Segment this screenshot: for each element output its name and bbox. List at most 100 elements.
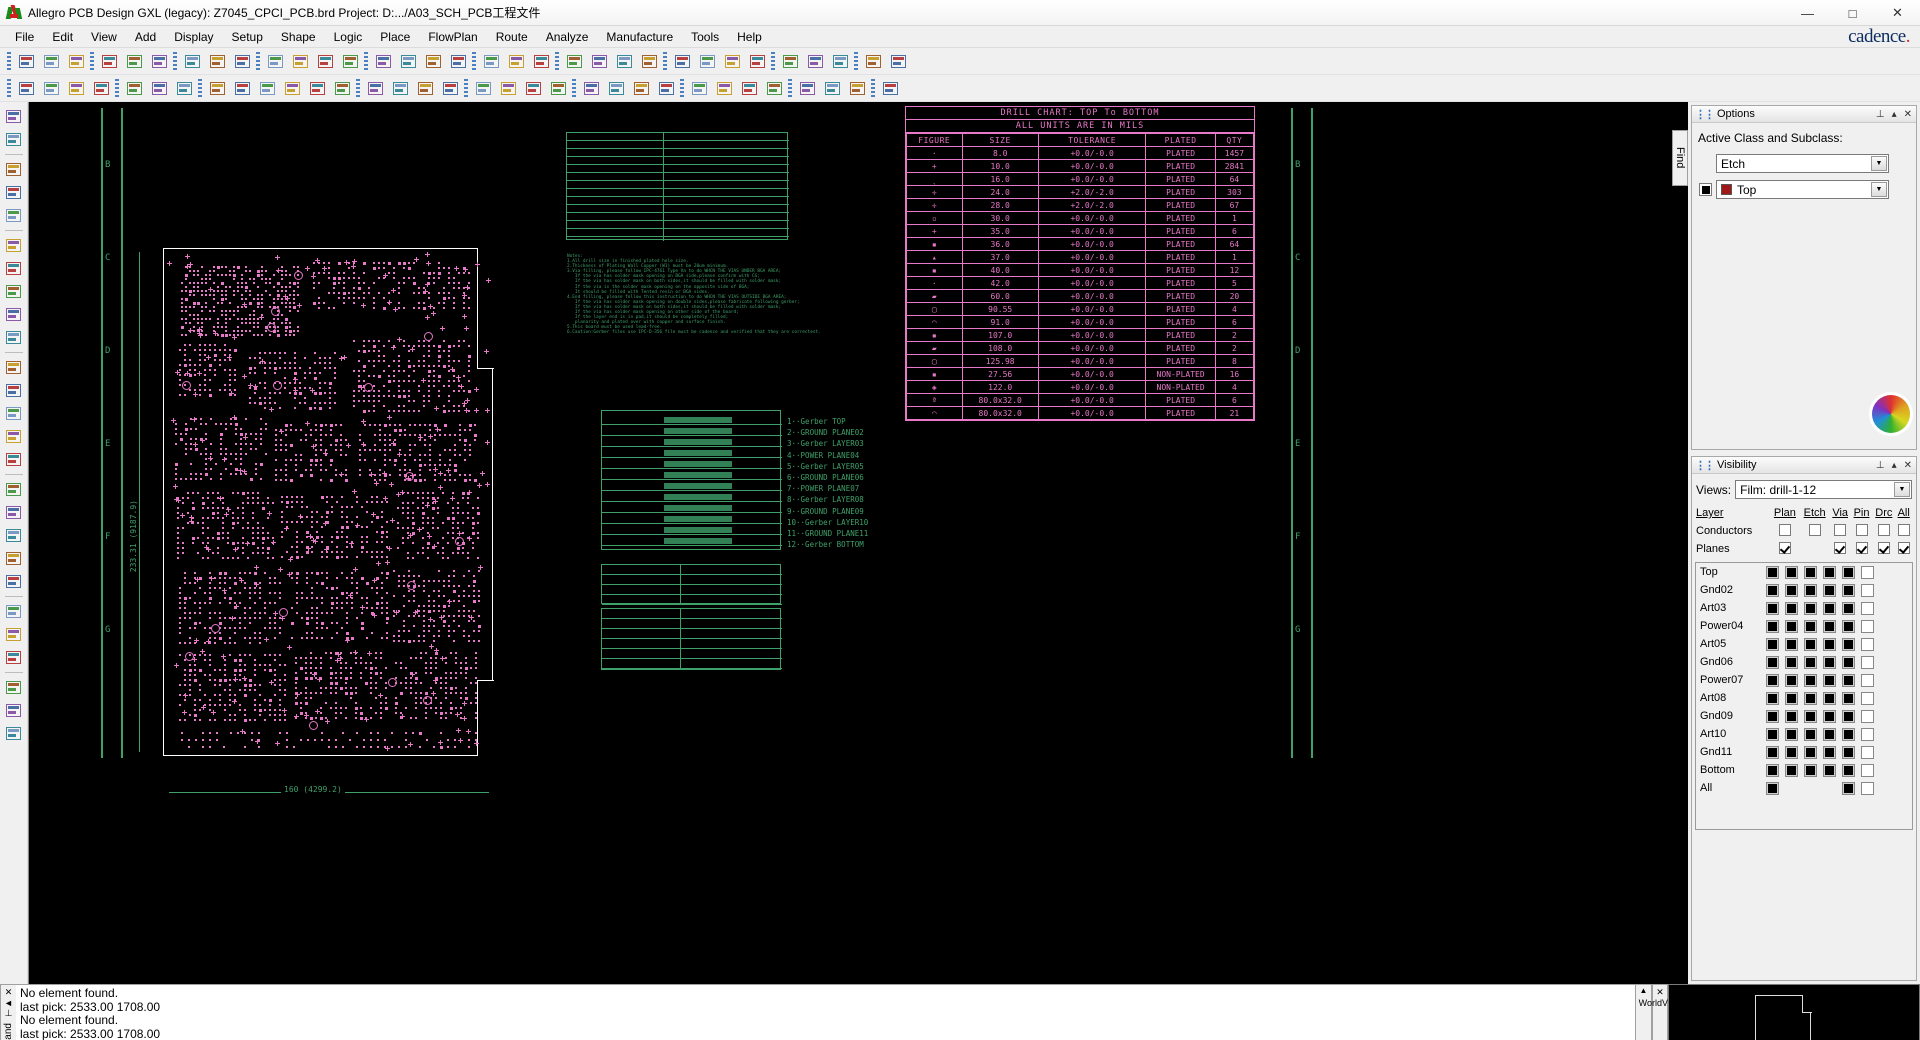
route-add-icon[interactable] (205, 77, 229, 100)
route-slide-icon[interactable] (230, 77, 254, 100)
save-icon[interactable] (64, 50, 88, 73)
cut-icon[interactable] (122, 50, 146, 73)
layer-toggle-all[interactable] (1861, 691, 1874, 705)
chevron-down-icon[interactable]: ▼ (1871, 156, 1887, 171)
net-highlight-icon[interactable] (2, 425, 25, 447)
layer-toggle-plan[interactable] (1766, 691, 1779, 705)
close-button[interactable]: ✕ (1875, 0, 1920, 26)
console-pin-icon[interactable]: ⊥ (5, 1008, 13, 1019)
filter-icon[interactable] (861, 50, 885, 73)
open-file-icon[interactable] (39, 50, 63, 73)
menu-display[interactable]: Display (165, 28, 222, 46)
color-wheel-icon[interactable] (1872, 395, 1910, 433)
zoom-window-icon[interactable] (338, 50, 362, 73)
menu-logic[interactable]: Logic (325, 28, 372, 46)
active-subclass-combo[interactable]: Top ▼ (1716, 180, 1889, 199)
visibility-column-pin[interactable]: Pin (1851, 504, 1873, 522)
layer-visibility-list[interactable]: Top Gnd02 Art03 Power04 Art05 Gnd06 Power07 Art… (1695, 562, 1913, 830)
menu-help[interactable]: Help (728, 28, 771, 46)
redo-icon[interactable] (230, 50, 254, 73)
layer-toggle-pin[interactable] (1823, 673, 1836, 687)
layer-toggle-all[interactable] (1861, 655, 1874, 669)
layer-toggle-via[interactable] (1804, 637, 1817, 651)
layer-toggle-drc[interactable] (1842, 601, 1855, 615)
rotate-icon[interactable] (2, 303, 25, 325)
menu-manufacture[interactable]: Manufacture (597, 28, 682, 46)
layer-toggle-pin[interactable] (1823, 691, 1836, 705)
layer-toggle-drc[interactable] (1842, 583, 1855, 597)
property-icon[interactable] (695, 50, 719, 73)
waveform-icon[interactable] (737, 77, 761, 100)
move-icon[interactable] (89, 77, 113, 100)
film-icon[interactable] (579, 77, 603, 100)
layer-toggle-etch[interactable] (1785, 691, 1798, 705)
zoom-out-icon[interactable] (313, 50, 337, 73)
add-text-icon[interactable] (2, 204, 25, 226)
layer-row-art03[interactable]: Art03 (1696, 599, 1912, 617)
layer-row-power04[interactable]: Power04 (1696, 617, 1912, 635)
command-scrollbar[interactable]: ▲ ▼ (1636, 984, 1652, 1040)
menu-file[interactable]: File (6, 28, 43, 46)
conductors-checkbox-etch[interactable] (1800, 522, 1830, 540)
layer-toggle-pin[interactable] (1823, 745, 1836, 759)
layer-toggle-all[interactable] (1861, 745, 1874, 759)
layer-toggle-pin[interactable] (1823, 601, 1836, 615)
menu-tools[interactable]: Tools (682, 28, 728, 46)
hatch-icon[interactable] (2, 623, 25, 645)
menu-analyze[interactable]: Analyze (537, 28, 598, 46)
planes-checkbox-via[interactable] (1830, 540, 1851, 558)
layer-toggle-drc[interactable] (1842, 691, 1855, 705)
layer-toggle-etch[interactable] (1785, 601, 1798, 615)
pcb-canvas[interactable]: B C D E F G B C D E F G 160 (4299.2) 233.31 (9187.… (28, 102, 1688, 984)
dim-linear-icon[interactable] (496, 77, 520, 100)
layer-toggle-all[interactable] (1861, 781, 1874, 795)
find-tab[interactable]: Find (1672, 130, 1688, 186)
void-icon[interactable] (2, 600, 25, 622)
show-element-icon[interactable] (2, 722, 25, 744)
layer-toggle-via[interactable] (1804, 763, 1817, 777)
testprep-icon[interactable] (712, 77, 736, 100)
layer-toggle-all[interactable] (1861, 619, 1874, 633)
paste-icon[interactable] (180, 50, 204, 73)
brightness-icon[interactable] (778, 50, 802, 73)
route-custom-icon[interactable] (280, 77, 304, 100)
menu-setup[interactable]: Setup (223, 28, 272, 46)
layer-toggle-drc[interactable] (1842, 655, 1855, 669)
datatip-icon[interactable] (529, 50, 553, 73)
visibility-column-via[interactable]: Via (1830, 504, 1851, 522)
copy-icon[interactable] (2, 257, 25, 279)
padstack-icon[interactable] (612, 50, 636, 73)
layer-toggle-etch[interactable] (1785, 709, 1798, 723)
visibility-collapse-icon[interactable]: ▴ (1892, 460, 1897, 471)
layer-row-art10[interactable]: Art10 (1696, 725, 1912, 743)
layer-row-power07[interactable]: Power07 (1696, 671, 1912, 689)
planes-checkbox-plan[interactable] (1770, 540, 1800, 558)
menu-route[interactable]: Route (487, 28, 537, 46)
layer-toggle-pin[interactable] (1823, 727, 1836, 741)
chevron-down-icon[interactable]: ▼ (1894, 482, 1910, 497)
sigxplorer-icon[interactable] (762, 77, 786, 100)
layer-toggle-drc[interactable] (1842, 745, 1855, 759)
layer-toggle-via[interactable] (1804, 673, 1817, 687)
zoom-in-icon[interactable] (288, 50, 312, 73)
layer-toggle-drc[interactable] (1842, 781, 1855, 795)
display-icon[interactable] (504, 50, 528, 73)
console-collapse-icon[interactable]: ◄ (4, 998, 13, 1008)
grid-icon[interactable] (446, 50, 470, 73)
layer-toggle-pin[interactable] (1823, 619, 1836, 633)
layer-toggle-drc[interactable] (1842, 637, 1855, 651)
layer-toggle-etch[interactable] (1785, 655, 1798, 669)
layer-toggle-drc[interactable] (1842, 727, 1855, 741)
add-arc-icon[interactable] (2, 181, 25, 203)
dimension-icon[interactable] (421, 50, 445, 73)
planes-checkbox-drc[interactable] (1872, 540, 1895, 558)
drc-icon[interactable] (587, 50, 611, 73)
layer-toggle-pin[interactable] (1823, 655, 1836, 669)
console-close-icon[interactable]: ✕ (5, 987, 13, 998)
delete-seg-icon[interactable] (2, 524, 25, 546)
report-icon[interactable] (2, 646, 25, 668)
layer-toggle-plan[interactable] (1766, 637, 1779, 651)
shape-icon[interactable] (637, 50, 661, 73)
worldview-panel[interactable] (1668, 984, 1920, 1040)
print-icon[interactable] (97, 50, 121, 73)
